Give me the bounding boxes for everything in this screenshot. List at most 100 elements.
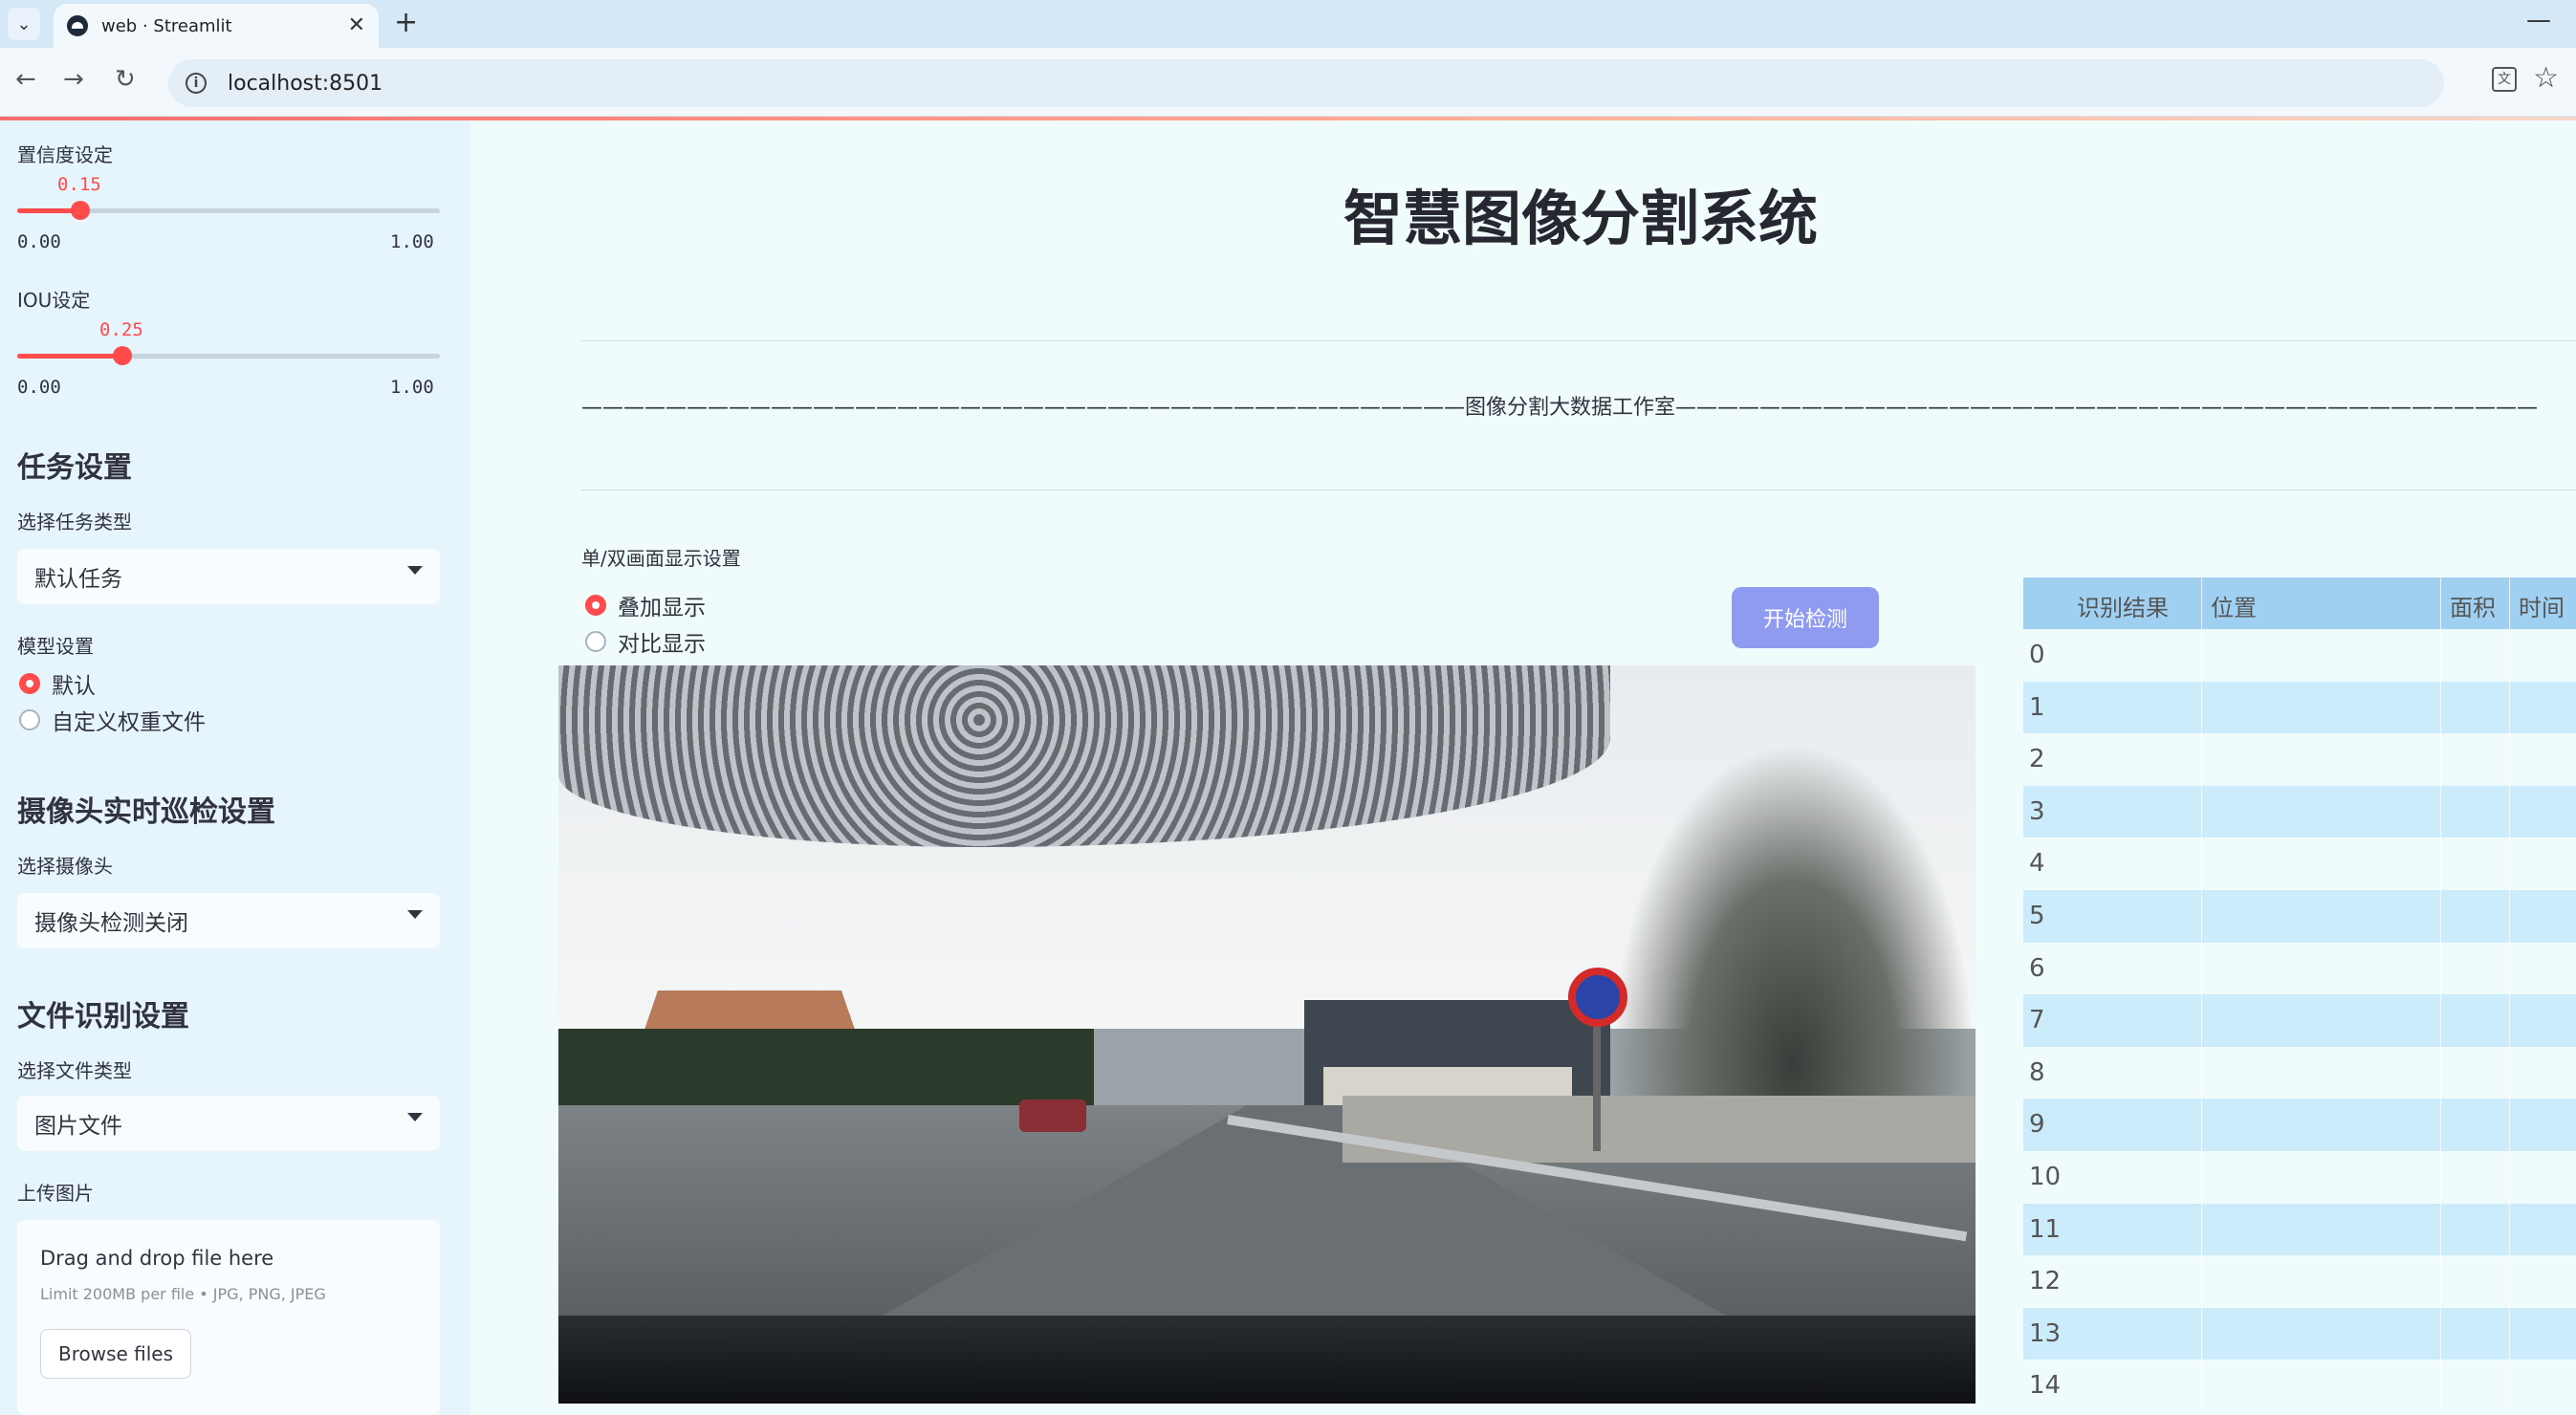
no-stopping-sign [1568, 968, 1627, 1027]
display-option-compare: 对比显示 [618, 632, 706, 657]
table-row[interactable]: 2 [2023, 733, 2576, 786]
detection-image [558, 665, 1976, 1404]
table-row[interactable]: 13 [2023, 1307, 2576, 1361]
table-row[interactable]: 8 [2023, 1046, 2576, 1099]
back-icon[interactable]: ← [15, 65, 36, 94]
table-row[interactable]: 11 [2023, 1203, 2576, 1256]
file-dropzone[interactable]: Drag and drop file here Limit 200MB per … [17, 1220, 440, 1415]
header-time[interactable]: 时间 [2519, 589, 2565, 622]
reload-icon[interactable]: ↻ [115, 65, 136, 94]
tab-title: web · Streamlit [101, 15, 232, 36]
camera-label: 选择摄像头 [17, 855, 113, 878]
close-tab-icon[interactable]: ✕ [348, 13, 365, 37]
file-type-select[interactable]: 图片文件 [17, 1096, 440, 1151]
dropzone-limit-text: Limit 200MB per file • JPG, PNG, JPEG [40, 1285, 326, 1303]
task-section-heading: 任务设置 [17, 451, 132, 485]
header-position[interactable]: 位置 [2211, 589, 2257, 622]
iou-value: 0.25 [99, 319, 143, 340]
streamlit-favicon-icon [67, 15, 88, 36]
address-bar: ← → ↻ i localhost:8501 文 ☆ [0, 48, 2576, 117]
start-detection-button[interactable]: 开始检测 [1732, 587, 1879, 648]
radio-unselected-icon [19, 709, 40, 730]
model-option-custom: 自定义权重文件 [52, 710, 206, 735]
row-index: 11 [2029, 1214, 2062, 1244]
radio-selected-icon [19, 673, 40, 694]
file-section-heading: 文件识别设置 [17, 1000, 189, 1034]
row-index: 5 [2029, 902, 2045, 930]
table-row[interactable]: 7 [2023, 994, 2576, 1047]
table-row[interactable]: 6 [2023, 942, 2576, 995]
camera-select[interactable]: 摄像头检测关闭 [17, 893, 440, 948]
camera-value: 摄像头检测关闭 [34, 911, 188, 936]
row-index: 12 [2029, 1267, 2062, 1296]
browse-files-button[interactable]: Browse files [40, 1329, 191, 1379]
task-type-label: 选择任务类型 [17, 511, 132, 533]
iou-slider[interactable] [17, 346, 440, 365]
task-type-value: 默认任务 [34, 567, 122, 592]
table-row[interactable]: 10 [2023, 1151, 2576, 1204]
studio-caption: ————————————————————————————————————————… [581, 396, 2539, 420]
model-radio-default[interactable]: 默认 [19, 667, 96, 700]
row-index: 3 [2029, 796, 2045, 826]
radio-unselected-icon [585, 631, 606, 652]
table-header: 识别结果 位置 面积 时间 [2023, 577, 2576, 629]
table-row[interactable]: 1 [2023, 681, 2576, 734]
row-index: 9 [2029, 1110, 2045, 1140]
model-option-default: 默认 [52, 674, 96, 699]
table-row[interactable]: 0 [2023, 629, 2576, 682]
table-row[interactable]: 14 [2023, 1360, 2576, 1412]
chevron-down-icon [407, 1113, 423, 1121]
model-radio-custom[interactable]: 自定义权重文件 [19, 704, 206, 736]
file-type-value: 图片文件 [34, 1114, 122, 1139]
table-row[interactable]: 12 [2023, 1255, 2576, 1308]
table-row[interactable]: 5 [2023, 890, 2576, 943]
row-index: 0 [2029, 641, 2045, 669]
chevron-down-icon [407, 566, 423, 575]
browser-tab[interactable]: web · Streamlit ✕ [54, 4, 379, 48]
model-label: 模型设置 [17, 635, 94, 658]
iou-max: 1.00 [390, 377, 434, 398]
row-index: 7 [2029, 1006, 2045, 1035]
row-index: 14 [2029, 1371, 2062, 1401]
tab-search-chevron-icon[interactable]: ⌄ [8, 8, 40, 40]
table-row[interactable]: 9 [2023, 1099, 2576, 1151]
display-radio-compare[interactable]: 对比显示 [585, 625, 706, 658]
radio-selected-icon [585, 595, 606, 616]
row-index: 10 [2029, 1163, 2062, 1191]
minimize-window-icon[interactable]: — [2526, 6, 2551, 34]
iou-min: 0.00 [17, 377, 61, 398]
confidence-label: 置信度设定 [17, 143, 113, 166]
row-index: 2 [2029, 745, 2045, 774]
camera-section-heading: 摄像头实时巡检设置 [17, 795, 275, 829]
chevron-down-icon [407, 910, 423, 919]
iou-slider-thumb[interactable] [113, 346, 132, 365]
divider [581, 340, 2576, 341]
file-type-label: 选择文件类型 [17, 1059, 132, 1082]
page-title: 智慧图像分割系统 [1343, 184, 1818, 253]
upload-label: 上传图片 [17, 1182, 94, 1205]
url-field[interactable]: i localhost:8501 [168, 59, 2444, 107]
table-row[interactable]: 4 [2023, 838, 2576, 890]
table-row[interactable]: 3 [2023, 785, 2576, 838]
iou-label: IOU设定 [17, 289, 91, 312]
dropzone-text: Drag and drop file here [40, 1247, 274, 1270]
header-area[interactable]: 面积 [2450, 589, 2496, 622]
row-index: 4 [2029, 849, 2045, 879]
header-result[interactable]: 识别结果 [2077, 589, 2169, 622]
browser-tab-bar: ⌄ web · Streamlit ✕ + — [0, 0, 2576, 48]
row-index: 1 [2029, 692, 2045, 722]
forward-icon[interactable]: → [63, 65, 84, 94]
display-radio-overlay[interactable]: 叠加显示 [585, 589, 706, 621]
display-mode-label: 单/双画面显示设置 [581, 547, 741, 570]
url-text: localhost:8501 [228, 71, 383, 96]
row-index: 8 [2029, 1057, 2045, 1087]
row-index: 13 [2029, 1318, 2062, 1348]
task-type-select[interactable]: 默认任务 [17, 549, 440, 604]
car [1019, 1099, 1086, 1132]
translate-icon[interactable]: 文 [2492, 67, 2517, 92]
row-index: 6 [2029, 953, 2045, 983]
bookmark-star-icon[interactable]: ☆ [2533, 61, 2559, 95]
display-option-overlay: 叠加显示 [618, 596, 706, 620]
site-info-icon[interactable]: i [186, 73, 207, 94]
new-tab-icon[interactable]: + [394, 6, 418, 39]
